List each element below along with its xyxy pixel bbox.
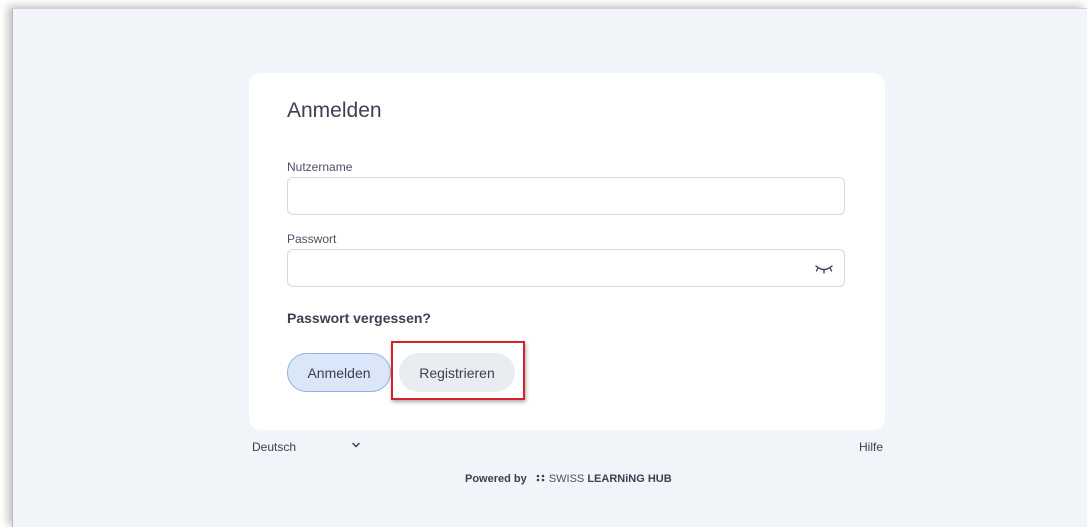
help-link[interactable]: Hilfe	[859, 440, 883, 454]
username-label: Nutzername	[287, 160, 353, 174]
brand-name-light: SWISS	[548, 473, 585, 485]
login-card: Anmelden Nutzername Passwort Passwort ve…	[249, 73, 885, 430]
eye-closed-icon[interactable]	[815, 263, 833, 275]
page-title: Anmelden	[287, 99, 382, 122]
powered-by-label: Powered by	[465, 473, 527, 485]
brand-name-bold: LEARNiNG HUB	[587, 473, 672, 485]
language-select[interactable]: Deutsch	[252, 440, 296, 454]
login-button[interactable]: Anmelden	[287, 353, 391, 392]
forgot-password-link[interactable]: Passwort vergessen?	[287, 310, 431, 326]
powered-by: Powered by SWISS LEARNiNG HUB	[465, 473, 672, 485]
page-frame: Anmelden Nutzername Passwort Passwort ve…	[12, 8, 1087, 527]
username-field[interactable]	[287, 177, 845, 215]
password-label: Passwort	[287, 232, 337, 246]
password-field[interactable]	[287, 249, 845, 287]
register-button[interactable]: Registrieren	[399, 353, 515, 392]
dots-logo-icon	[536, 474, 545, 482]
chevron-down-icon[interactable]	[352, 441, 360, 449]
